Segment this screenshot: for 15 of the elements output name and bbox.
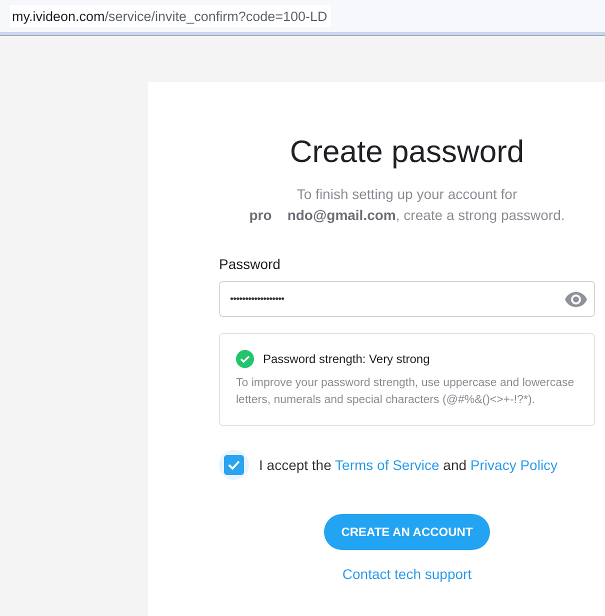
create-account-button[interactable]: CREATE AN ACCOUNT — [324, 514, 490, 550]
consent-text: I accept the Terms of Service and Privacy Policy — [259, 457, 558, 473]
intro-text: To finish setting up your account for pro ndo@gmail.com, create a strong password. — [248, 185, 566, 225]
address-field[interactable]: my.ivideon.com/service/invite_confirm?code=100-LD — [10, 5, 332, 27]
eye-icon[interactable] — [565, 292, 587, 306]
accept-checkbox[interactable] — [224, 455, 244, 475]
password-field[interactable]: •••••••••••••••••• — [219, 281, 595, 317]
strength-title: Password strength: Very strong — [263, 352, 430, 366]
support-link[interactable]: Contact tech support — [342, 566, 472, 582]
terms-link[interactable]: Terms of Service — [335, 457, 440, 473]
strength-hint: To improve your password strength, use uppercase and lowercase letters, numerals and special characters (@#%&()<>+-!?*). — [236, 376, 576, 408]
checkmark-icon — [228, 460, 240, 470]
page-title: Create password — [288, 134, 526, 170]
privacy-link[interactable]: Privacy Policy — [470, 457, 558, 473]
password-label: Password — [219, 256, 282, 272]
